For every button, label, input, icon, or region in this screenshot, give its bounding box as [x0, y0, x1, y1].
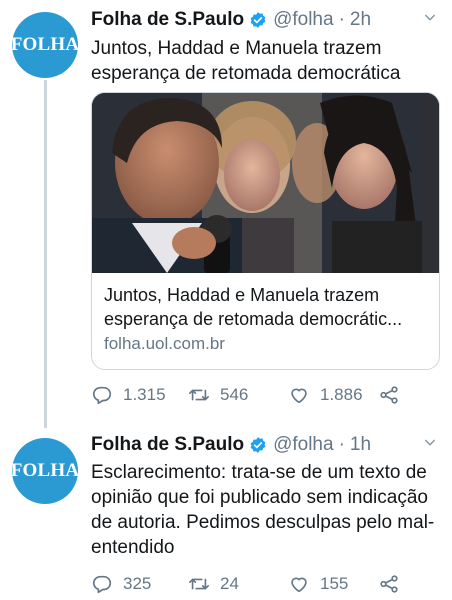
retweet-count: 546 — [220, 385, 249, 404]
like-button[interactable]: 1.886 — [288, 384, 378, 406]
tweet[interactable]: FOLHA Folha de S.Paulo @folha · 2h Junto… — [0, 0, 452, 428]
tweet[interactable]: FOLHA Folha de S.Paulo @folha · 1h Escla… — [0, 428, 452, 600]
tweet-text: Esclarecimento: trata-se de um texto de … — [91, 462, 435, 558]
separator-dot: · — [338, 434, 345, 455]
like-button[interactable]: 155 — [288, 573, 378, 595]
share-button[interactable] — [378, 573, 410, 595]
author-handle[interactable]: @folha — [273, 9, 334, 31]
reply-icon — [92, 386, 112, 405]
timestamp[interactable]: 2h — [350, 9, 371, 31]
folha-logo: FOLHA — [10, 460, 80, 481]
card-domain: folha.uol.com.br — [104, 334, 225, 353]
author-name[interactable]: Folha de S.Paulo — [91, 434, 244, 456]
reply-count: 1.315 — [123, 385, 166, 404]
retweet-count: 24 — [220, 574, 239, 593]
like-count: 1.886 — [320, 385, 363, 404]
heart-icon — [291, 388, 307, 404]
tweet-actions: 1.315 546 1.886 — [91, 384, 432, 406]
tweet-text: Juntos, Haddad e Manuela trazem esperanç… — [91, 38, 401, 84]
author-name[interactable]: Folha de S.Paulo — [91, 9, 244, 31]
like-count: 155 — [320, 574, 349, 593]
avatar[interactable]: FOLHA — [10, 12, 80, 78]
avatar[interactable]: FOLHA — [10, 438, 80, 504]
timestamp[interactable]: 1h — [350, 434, 371, 456]
tweet-header: Folha de S.Paulo @folha · 2h — [91, 9, 438, 31]
retweet-button[interactable]: 546 — [188, 384, 288, 406]
tweet-header: Folha de S.Paulo @folha · 1h — [91, 434, 438, 456]
retweet-icon — [189, 578, 209, 590]
tweet-actions: 325 24 155 — [91, 573, 432, 595]
heart-icon — [291, 577, 307, 593]
verified-badge-icon — [249, 436, 267, 454]
thread-line — [44, 80, 47, 428]
folha-logo: FOLHA — [10, 34, 80, 55]
share-button[interactable] — [378, 384, 410, 406]
card-title: Juntos, Haddad e Manuela trazem esperanç… — [104, 285, 403, 329]
share-icon — [380, 386, 398, 404]
chevron-down-icon[interactable] — [422, 434, 438, 455]
verified-badge-icon — [249, 11, 267, 29]
author-handle[interactable]: @folha — [273, 434, 334, 456]
retweet-button[interactable]: 24 — [188, 573, 288, 595]
share-icon — [380, 575, 398, 593]
separator-dot: · — [338, 9, 345, 30]
chevron-down-icon[interactable] — [422, 9, 438, 30]
card-image — [92, 93, 439, 273]
link-card[interactable]: Juntos, Haddad e Manuela trazem esperanç… — [91, 92, 440, 370]
reply-button[interactable]: 325 — [91, 573, 188, 595]
retweet-icon — [189, 389, 209, 401]
reply-count: 325 — [123, 574, 152, 593]
reply-button[interactable]: 1.315 — [91, 384, 188, 406]
reply-icon — [92, 575, 112, 594]
